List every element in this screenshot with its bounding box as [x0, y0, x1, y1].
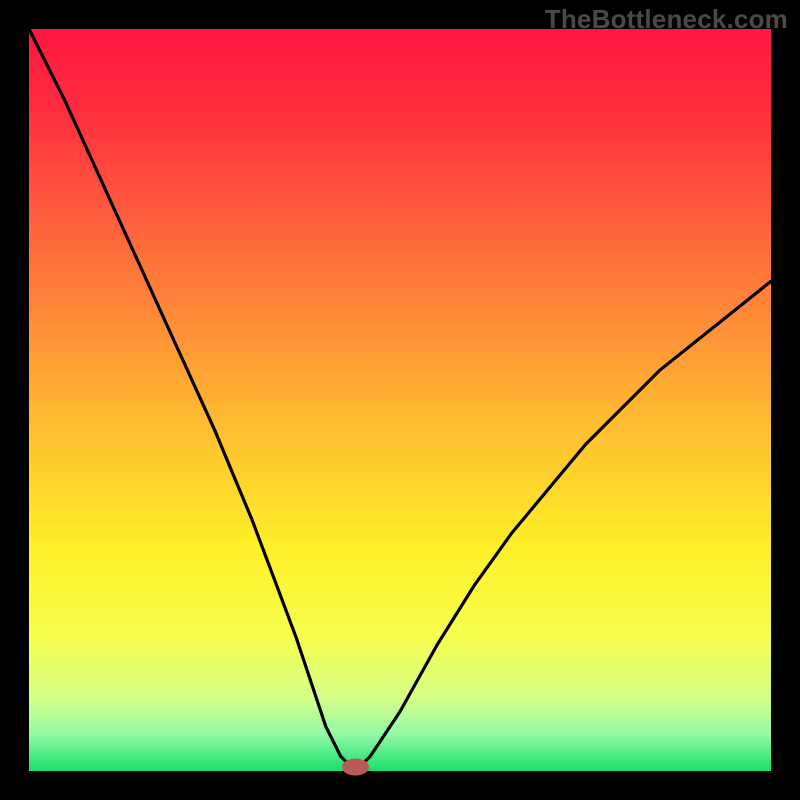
plot-background — [29, 29, 771, 771]
chart-frame: TheBottleneck.com — [0, 0, 800, 800]
bottleneck-chart — [0, 0, 800, 800]
optimal-marker — [342, 759, 368, 775]
watermark-text: TheBottleneck.com — [545, 4, 788, 35]
